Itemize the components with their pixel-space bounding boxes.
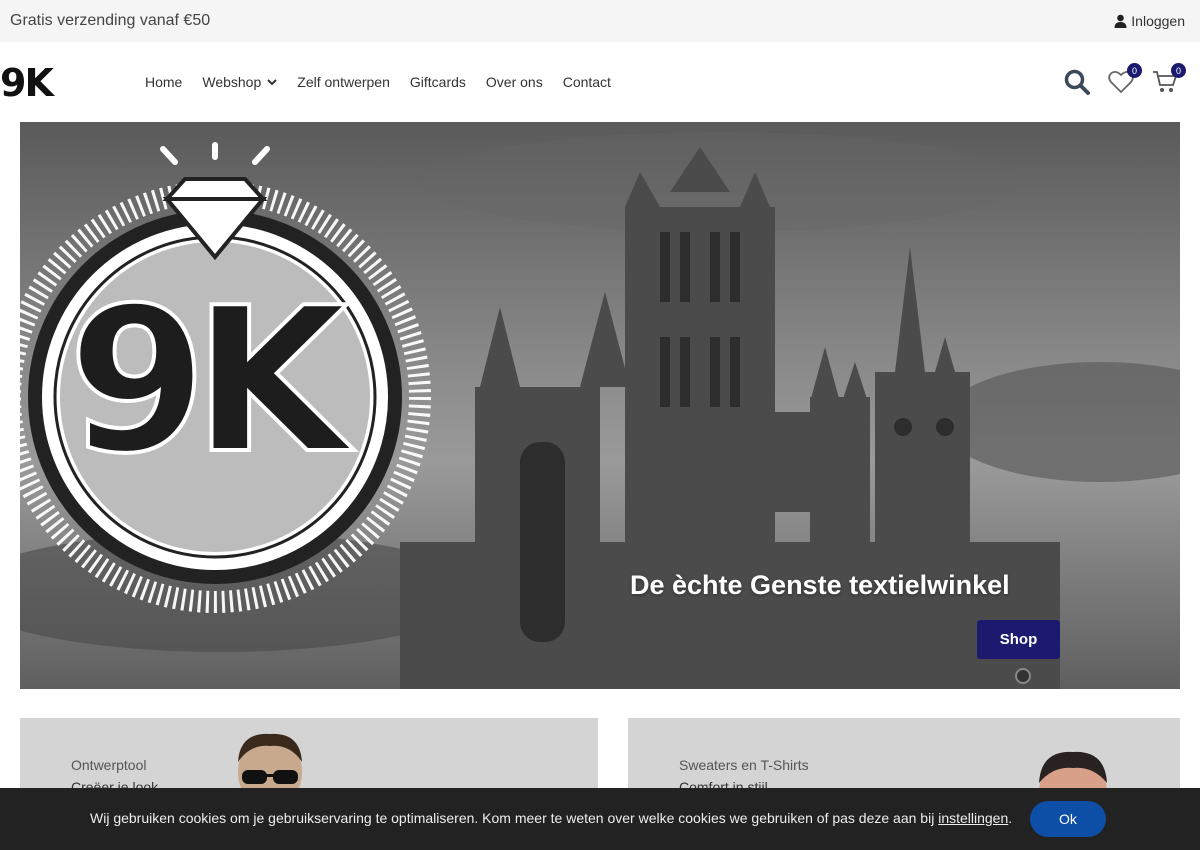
cart-count-badge: 0: [1171, 63, 1186, 78]
header: 9K Home Webshop Zelf ontwerpen Giftcards…: [0, 42, 1200, 122]
nav-item-zelf-ontwerpen[interactable]: Zelf ontwerpen: [297, 74, 390, 90]
slider-dot[interactable]: [1015, 668, 1031, 684]
login-label: Inloggen: [1131, 13, 1185, 29]
cookie-end: .: [1008, 810, 1013, 826]
user-icon: [1114, 14, 1127, 28]
nav-item-contact[interactable]: Contact: [563, 74, 611, 90]
search-button[interactable]: [1062, 67, 1092, 97]
login-link[interactable]: Inloggen: [1114, 13, 1185, 29]
hero-title: De èchte Genste textielwinkel: [630, 570, 1010, 600]
header-icons: 0 0: [1062, 63, 1186, 97]
hero-banner: 9K De èchte Genste textielwinkel Shop: [20, 122, 1180, 689]
wishlist-button[interactable]: 0: [1106, 63, 1142, 97]
site-logo[interactable]: 9K: [0, 64, 54, 102]
main-nav: Home Webshop Zelf ontwerpen Giftcards Ov…: [145, 74, 611, 90]
cookie-message: Wij gebruiken cookies om je gebruikserva…: [90, 810, 939, 826]
cart-button[interactable]: 0: [1150, 63, 1186, 97]
search-icon: [1064, 69, 1090, 95]
card-subtitle: Ontwerptool: [71, 757, 147, 773]
cookie-text: Wij gebruiken cookies om je gebruikserva…: [90, 810, 1012, 826]
nav-item-over-ons[interactable]: Over ons: [486, 74, 543, 90]
card-subtitle: Sweaters en T-Shirts: [679, 757, 809, 773]
cookie-settings-link[interactable]: instellingen: [938, 810, 1008, 826]
free-shipping-text: Gratis verzending vanaf €50: [10, 12, 211, 29]
cookie-ok-button[interactable]: Ok: [1030, 801, 1106, 837]
nav-item-giftcards[interactable]: Giftcards: [410, 74, 466, 90]
cookie-banner: Wij gebruiken cookies om je gebruikserva…: [0, 788, 1200, 850]
nav-item-webshop[interactable]: Webshop: [202, 74, 277, 90]
nav-item-webshop-label: Webshop: [202, 74, 262, 90]
hero-logo-text: 9K: [66, 265, 350, 498]
wishlist-count-badge: 0: [1127, 63, 1142, 78]
top-bar: Gratis verzending vanaf €50 Inloggen: [0, 0, 1200, 42]
shop-button[interactable]: Shop: [977, 620, 1060, 659]
chevron-down-icon: [267, 78, 277, 85]
nav-item-home[interactable]: Home: [145, 74, 182, 90]
